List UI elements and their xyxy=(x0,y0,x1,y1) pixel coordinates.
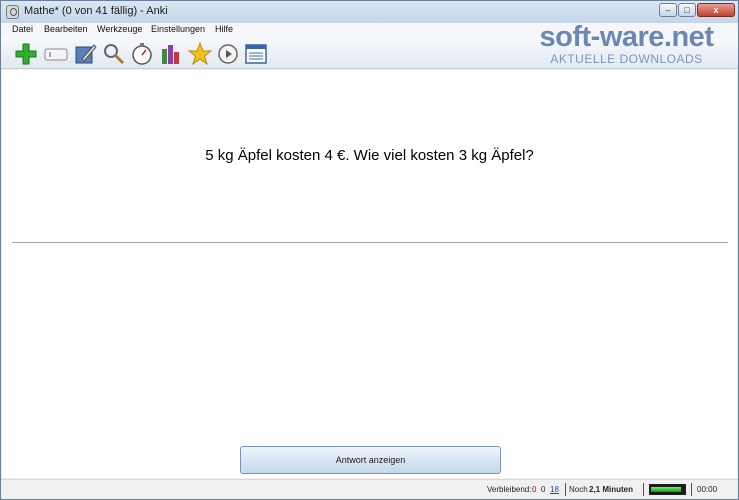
menu-werkzeuge[interactable]: Werkzeuge xyxy=(97,24,142,34)
statistics-icon[interactable] xyxy=(158,41,184,67)
anki-window: Mathe* (0 von 41 fällig) - Anki – □ x Da… xyxy=(0,0,739,500)
watermark-main: soft-ware.net xyxy=(539,21,714,53)
remaining-label: Verbleibend: xyxy=(487,485,532,494)
menu-einstellungen[interactable]: Einstellungen xyxy=(151,24,205,34)
time-prefix: Noch xyxy=(569,485,588,494)
card-question: 5 kg Äpfel kosten 4 €. Wie viel kosten 3… xyxy=(205,147,534,164)
status-separator xyxy=(643,483,644,496)
question-divider xyxy=(12,242,728,243)
timer-icon[interactable] xyxy=(129,41,155,67)
minimize-button[interactable]: – xyxy=(659,3,677,17)
menu-datei[interactable]: Datei xyxy=(12,24,33,34)
edit-icon[interactable] xyxy=(72,41,98,67)
progress-bar xyxy=(649,484,686,495)
maximize-button[interactable]: □ xyxy=(678,3,696,17)
play-icon[interactable] xyxy=(215,41,241,67)
card-display: 5 kg Äpfel kosten 4 €. Wie viel kosten 3… xyxy=(2,70,737,478)
review-count[interactable]: 18 xyxy=(550,485,559,494)
learning-count: 0 xyxy=(541,485,546,494)
close-button[interactable]: x xyxy=(697,3,735,17)
title-bar[interactable]: Mathe* (0 von 41 fällig) - Anki – □ x xyxy=(1,1,738,23)
session-timer: 00:00 xyxy=(697,485,718,494)
add-icon[interactable] xyxy=(13,41,39,67)
menu-bearbeiten[interactable]: Bearbeiten xyxy=(44,24,88,34)
window-title: Mathe* (0 von 41 fällig) - Anki xyxy=(24,5,168,17)
new-count: 0 xyxy=(532,485,537,494)
anki-app-icon[interactable] xyxy=(6,5,19,19)
status-separator xyxy=(691,483,692,496)
card-icon[interactable] xyxy=(43,41,69,67)
star-icon[interactable] xyxy=(187,41,213,67)
progress-fill xyxy=(651,487,681,492)
status-bar: Verbleibend: 0 0 18 Noch 2,1 Minuten 00:… xyxy=(1,479,738,499)
watermark-sub: AKTUELLE DOWNLOADS xyxy=(550,52,703,66)
show-answer-button[interactable]: Antwort anzeigen xyxy=(240,446,501,474)
time-remaining: 2,1 Minuten xyxy=(589,485,634,494)
status-separator xyxy=(565,483,566,496)
search-icon[interactable] xyxy=(101,41,127,67)
menu-hilfe[interactable]: Hilfe xyxy=(215,24,233,34)
watermark: soft-ware.net AKTUELLE DOWNLOADS xyxy=(519,21,734,69)
list-icon[interactable] xyxy=(243,41,269,67)
